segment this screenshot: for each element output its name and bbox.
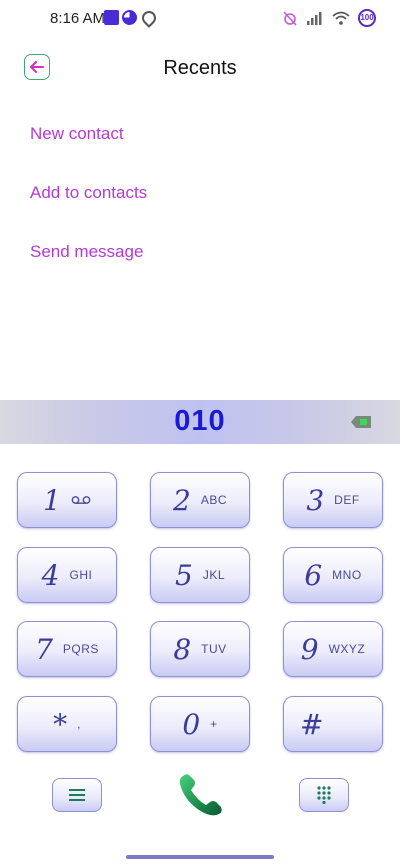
key-8[interactable]: 8 TUV <box>150 621 250 677</box>
phone-icon <box>179 774 222 816</box>
key-5[interactable]: 5 JKL <box>150 547 250 603</box>
wifi-icon <box>332 11 350 25</box>
status-time: 8:16 AM <box>50 10 106 27</box>
notification-icons <box>104 7 159 28</box>
number-display-bar: 010 <box>0 400 400 444</box>
key-3[interactable]: 3 DEF <box>283 472 383 528</box>
voicemail-icon <box>71 496 91 504</box>
location-icon <box>139 7 159 28</box>
key-digit: 9 <box>300 632 319 666</box>
key-digit: 5 <box>174 558 193 592</box>
key-digit: 0 <box>182 707 201 741</box>
dialed-number: 010 <box>174 405 226 437</box>
alarm-off-icon <box>283 11 297 26</box>
key-letters: , <box>77 717 81 731</box>
key-star[interactable]: * , <box>17 696 117 752</box>
key-digit: 6 <box>304 558 323 592</box>
key-letters: WXYZ <box>328 642 366 656</box>
key-hash[interactable]: # <box>283 696 383 752</box>
key-4[interactable]: 4 GHI <box>17 547 117 603</box>
key-letters: DEF <box>334 493 360 507</box>
key-digit: * <box>53 707 68 741</box>
home-indicator[interactable] <box>126 855 274 859</box>
menu-button[interactable] <box>52 778 102 812</box>
system-icons: 100 <box>282 9 376 27</box>
menu-icon <box>69 789 85 801</box>
new-contact-link[interactable]: New contact <box>30 124 124 144</box>
battery-icon: 100 <box>358 9 376 27</box>
key-letters: JKL <box>202 568 225 582</box>
data-usage-icon <box>122 10 137 25</box>
key-9[interactable]: 9 WXYZ <box>283 621 383 677</box>
key-digit: 2 <box>172 483 191 517</box>
status-bar: 8:16 AM 100 <box>0 0 400 36</box>
key-letters: GHI <box>69 568 93 582</box>
page-title: Recents <box>163 57 237 79</box>
key-7[interactable]: 7 PQRS <box>17 621 117 677</box>
key-digit: 4 <box>41 558 60 592</box>
key-2[interactable]: 2 ABC <box>150 472 250 528</box>
key-1[interactable]: 1 <box>17 472 117 528</box>
key-digit: # <box>300 707 324 741</box>
app-notification-icon <box>104 10 119 25</box>
send-message-link[interactable]: Send message <box>30 242 143 262</box>
key-letters: PQRS <box>62 642 99 656</box>
add-to-contacts-link[interactable]: Add to contacts <box>30 183 147 203</box>
dialpad-icon <box>317 786 331 804</box>
backspace-icon[interactable] <box>350 415 372 429</box>
key-letters: + <box>210 717 218 731</box>
call-button[interactable] <box>172 770 228 822</box>
key-letters: MNO <box>332 568 362 582</box>
key-digit: 7 <box>35 632 53 666</box>
key-digit: 3 <box>306 483 325 517</box>
key-letters: ABC <box>200 493 227 507</box>
key-digit: 8 <box>173 632 192 666</box>
dialpad-button[interactable] <box>299 778 349 812</box>
key-digit: 1 <box>43 483 61 517</box>
key-letters: TUV <box>201 642 227 656</box>
key-6[interactable]: 6 MNO <box>283 547 383 603</box>
key-0[interactable]: 0 + <box>150 696 250 752</box>
signal-icon <box>307 12 322 25</box>
